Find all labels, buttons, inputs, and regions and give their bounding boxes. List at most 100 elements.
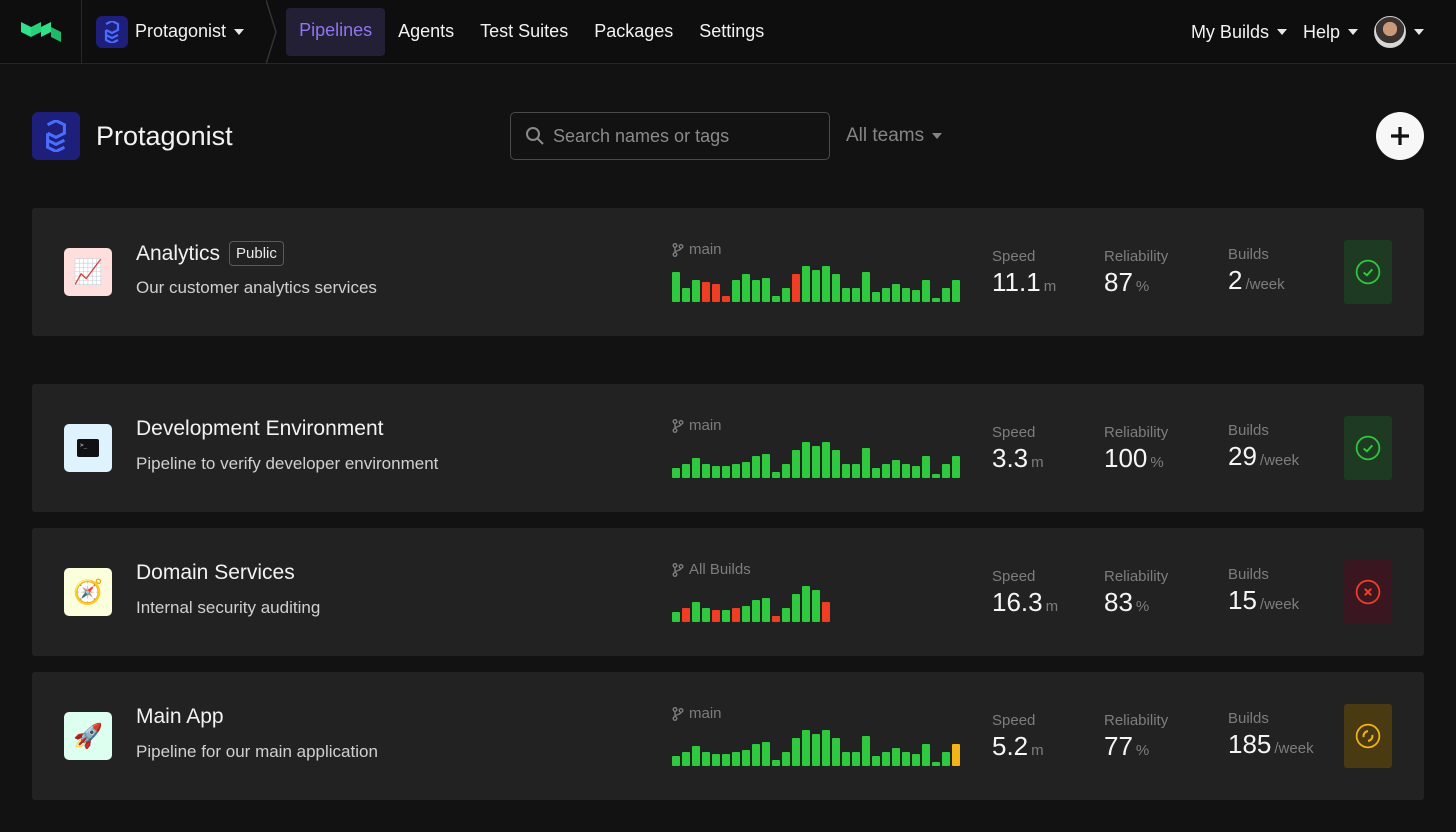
build-bar[interactable] <box>792 450 800 478</box>
build-bar[interactable] <box>732 608 740 622</box>
build-bar[interactable] <box>742 606 750 622</box>
build-bar[interactable] <box>722 610 730 622</box>
build-bar[interactable] <box>672 756 680 766</box>
build-bar[interactable] <box>712 284 720 302</box>
build-bar[interactable] <box>862 272 870 302</box>
pipeline-card[interactable]: >_ Development Environment Pipeline to v… <box>32 384 1424 512</box>
build-status-button[interactable] <box>1344 704 1392 768</box>
build-bar[interactable] <box>742 274 750 302</box>
build-bar[interactable] <box>942 464 950 478</box>
build-bar[interactable] <box>722 754 730 766</box>
build-bar[interactable] <box>862 736 870 766</box>
build-bar[interactable] <box>732 752 740 766</box>
build-bar[interactable] <box>702 464 710 478</box>
build-bar[interactable] <box>842 464 850 478</box>
build-bar[interactable] <box>782 288 790 302</box>
build-bar[interactable] <box>822 730 830 766</box>
nav-tab-agents[interactable]: Agents <box>385 9 467 54</box>
build-bar[interactable] <box>702 608 710 622</box>
build-bar[interactable] <box>812 590 820 622</box>
branch-filter[interactable]: All Builds <box>672 561 751 578</box>
branch-filter[interactable]: main <box>672 241 722 258</box>
build-bar[interactable] <box>682 288 690 302</box>
build-bar[interactable] <box>702 752 710 766</box>
build-bar[interactable] <box>712 466 720 478</box>
build-bar[interactable] <box>842 752 850 766</box>
build-bar[interactable] <box>722 466 730 478</box>
build-bar[interactable] <box>712 610 720 622</box>
build-bar[interactable] <box>782 608 790 622</box>
new-pipeline-button[interactable] <box>1376 112 1424 160</box>
build-bar[interactable] <box>812 446 820 478</box>
nav-tab-packages[interactable]: Packages <box>581 9 686 54</box>
build-bar[interactable] <box>792 738 800 766</box>
build-bar[interactable] <box>762 278 770 302</box>
build-bar[interactable] <box>772 472 780 478</box>
pipeline-card[interactable]: 🧭 Domain Services Internal security audi… <box>32 528 1424 656</box>
build-bar[interactable] <box>812 270 820 302</box>
build-bar[interactable] <box>792 274 800 302</box>
build-bar[interactable] <box>732 464 740 478</box>
build-bar[interactable] <box>832 274 840 302</box>
build-bar[interactable] <box>732 280 740 302</box>
build-bar[interactable] <box>722 296 730 302</box>
my-builds-menu[interactable]: My Builds <box>1191 22 1287 43</box>
pipeline-card[interactable]: 📈 Analytics Public Our customer analytic… <box>32 208 1424 336</box>
build-status-button[interactable] <box>1344 240 1392 304</box>
build-bar[interactable] <box>952 280 960 302</box>
build-bar[interactable] <box>902 288 910 302</box>
build-bar[interactable] <box>742 750 750 766</box>
build-bar[interactable] <box>682 752 690 766</box>
build-bar[interactable] <box>862 448 870 478</box>
build-bar[interactable] <box>882 464 890 478</box>
build-bar[interactable] <box>852 752 860 766</box>
build-bar[interactable] <box>932 298 940 302</box>
build-bar[interactable] <box>752 744 760 766</box>
build-bar[interactable] <box>772 296 780 302</box>
build-status-button[interactable] <box>1344 560 1392 624</box>
pipeline-name[interactable]: Development Environment <box>136 417 383 441</box>
buildkite-logo-icon[interactable] <box>0 0 82 64</box>
build-bar[interactable] <box>672 272 680 302</box>
build-bar[interactable] <box>912 290 920 302</box>
nav-tab-settings[interactable]: Settings <box>686 9 777 54</box>
pipeline-name[interactable]: Domain Services <box>136 561 295 585</box>
build-bar[interactable] <box>872 756 880 766</box>
build-bar[interactable] <box>752 280 760 302</box>
build-bar[interactable] <box>832 450 840 478</box>
build-bar[interactable] <box>882 288 890 302</box>
build-bar[interactable] <box>752 600 760 622</box>
build-bar[interactable] <box>892 460 900 478</box>
build-bar[interactable] <box>822 266 830 302</box>
nav-tab-pipelines[interactable]: Pipelines <box>286 7 386 56</box>
build-bar[interactable] <box>802 586 810 622</box>
build-bar[interactable] <box>802 442 810 478</box>
branch-filter[interactable]: main <box>672 417 722 434</box>
build-bar[interactable] <box>682 608 690 622</box>
build-bar[interactable] <box>882 752 890 766</box>
build-bar[interactable] <box>812 734 820 766</box>
build-bar[interactable] <box>822 602 830 622</box>
pipeline-name[interactable]: Analytics <box>136 242 220 266</box>
build-bar[interactable] <box>912 466 920 478</box>
build-bar[interactable] <box>692 280 700 302</box>
search-input[interactable]: Search names or tags <box>510 112 830 160</box>
user-menu[interactable] <box>1374 16 1424 48</box>
build-bar[interactable] <box>852 464 860 478</box>
build-bar[interactable] <box>782 464 790 478</box>
build-bar[interactable] <box>692 458 700 478</box>
build-bar[interactable] <box>772 760 780 766</box>
build-bar[interactable] <box>802 266 810 302</box>
build-bar[interactable] <box>942 752 950 766</box>
build-bar[interactable] <box>852 288 860 302</box>
build-status-button[interactable] <box>1344 416 1392 480</box>
nav-tab-test-suites[interactable]: Test Suites <box>467 9 581 54</box>
build-bar[interactable] <box>902 464 910 478</box>
pipeline-card[interactable]: 🚀 Main App Pipeline for our main applica… <box>32 672 1424 800</box>
build-bar[interactable] <box>822 442 830 478</box>
build-bar[interactable] <box>742 462 750 478</box>
build-bar[interactable] <box>872 468 880 478</box>
build-bar[interactable] <box>942 288 950 302</box>
build-bar[interactable] <box>932 474 940 478</box>
branch-filter[interactable]: main <box>672 705 722 722</box>
